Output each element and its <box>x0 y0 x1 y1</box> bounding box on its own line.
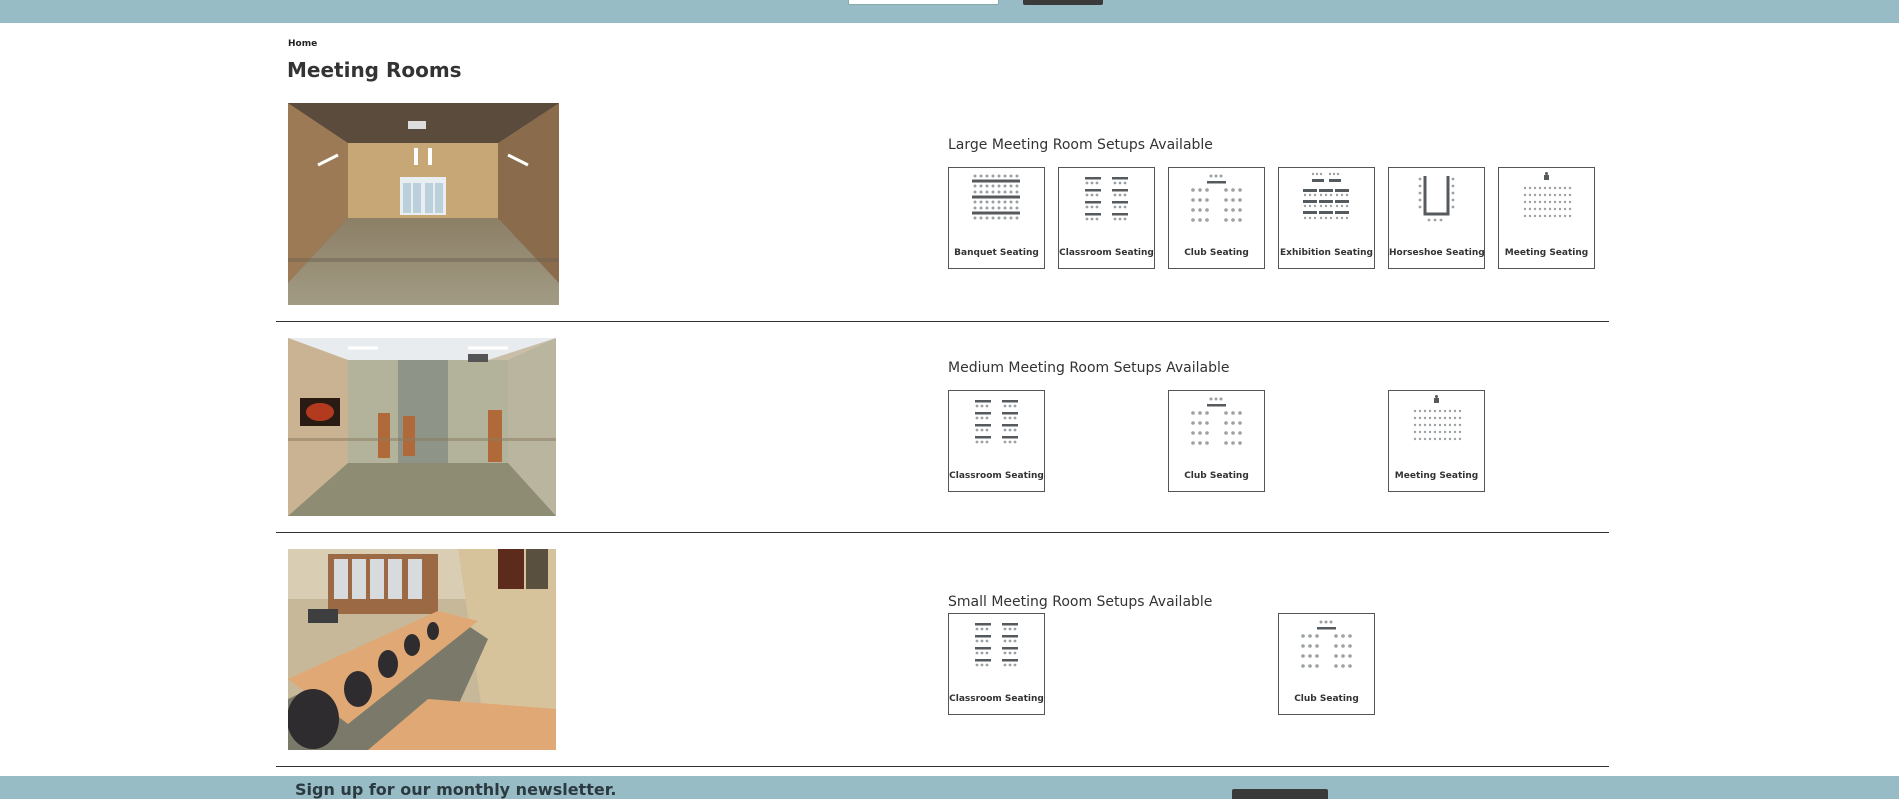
large-room-section: Large Meeting Room Setups Available Banq… <box>276 103 1609 322</box>
horseshoe-seating-icon <box>1418 176 1455 222</box>
room-divider <box>276 532 1609 533</box>
search-button[interactable] <box>1023 0 1103 5</box>
setup-card-meeting[interactable]: Meeting Seating <box>1388 390 1485 492</box>
small-setups-title: Small Meeting Room Setups Available <box>948 594 1213 610</box>
small-meeting-room-photo <box>288 549 556 750</box>
setup-label: Club Seating <box>1184 248 1249 258</box>
setup-label: Club Seating <box>1294 694 1359 704</box>
medium-meeting-room-photo <box>288 338 556 516</box>
setup-card-exhibition[interactable]: Exhibition Seating <box>1278 167 1375 269</box>
setup-card-classroom[interactable]: Classroom Seating <box>948 613 1045 715</box>
meeting-seating-icon <box>1413 395 1462 441</box>
footer-bar: Sign up for our monthly newsletter. <box>0 776 1899 799</box>
classroom-seating-icon <box>975 400 1018 444</box>
setup-label: Classroom Seating <box>949 471 1044 481</box>
medium-setups-title: Medium Meeting Room Setups Available <box>948 360 1230 376</box>
room-divider <box>276 321 1609 322</box>
large-meeting-room-photo <box>288 103 559 305</box>
setup-label: Classroom Seating <box>949 694 1044 704</box>
classroom-seating-icon <box>1085 177 1128 221</box>
setup-label: Meeting Seating <box>1394 471 1479 481</box>
setup-label: Exhibition Seating <box>1280 248 1373 258</box>
setup-card-club[interactable]: Club Seating <box>1168 167 1265 269</box>
setup-card-club[interactable]: Club Seating <box>1168 390 1265 492</box>
classroom-seating-icon <box>975 623 1018 667</box>
setup-card-banquet[interactable]: Banquet Seating <box>948 167 1045 269</box>
room-divider <box>276 766 1609 767</box>
setup-card-club[interactable]: Club Seating <box>1278 613 1375 715</box>
setup-label: Horseshoe Seating <box>1389 248 1485 258</box>
setup-card-meeting[interactable]: Meeting Seating <box>1498 167 1595 269</box>
page-title: Meeting Rooms <box>287 58 462 82</box>
setup-card-classroom[interactable]: Classroom Seating <box>948 390 1045 492</box>
club-seating-icon <box>1191 174 1242 222</box>
newsletter-button[interactable] <box>1232 789 1328 799</box>
setup-card-classroom[interactable]: Classroom Seating <box>1058 167 1155 269</box>
club-seating-icon <box>1191 397 1242 445</box>
setup-label: Meeting Seating <box>1504 248 1589 258</box>
exhibition-seating-icon <box>1303 172 1349 220</box>
top-bar <box>0 0 1899 23</box>
setup-card-horseshoe[interactable]: Horseshoe Seating <box>1388 167 1485 269</box>
newsletter-heading: Sign up for our monthly newsletter. <box>295 780 617 799</box>
setup-label: Banquet Seating <box>954 248 1039 258</box>
club-seating-icon <box>1301 620 1352 668</box>
small-room-section: Small Meeting Room Setups Available Clas… <box>276 549 1609 767</box>
medium-room-section: Medium Meeting Room Setups Available Cla… <box>276 338 1609 533</box>
breadcrumb-home[interactable]: Home <box>288 39 317 49</box>
meeting-seating-icon <box>1523 172 1572 218</box>
setup-label: Classroom Seating <box>1059 248 1154 258</box>
setup-label: Club Seating <box>1184 471 1249 481</box>
banquet-seating-icon <box>972 174 1020 220</box>
large-setups-title: Large Meeting Room Setups Available <box>948 137 1213 153</box>
search-input[interactable] <box>848 0 999 5</box>
